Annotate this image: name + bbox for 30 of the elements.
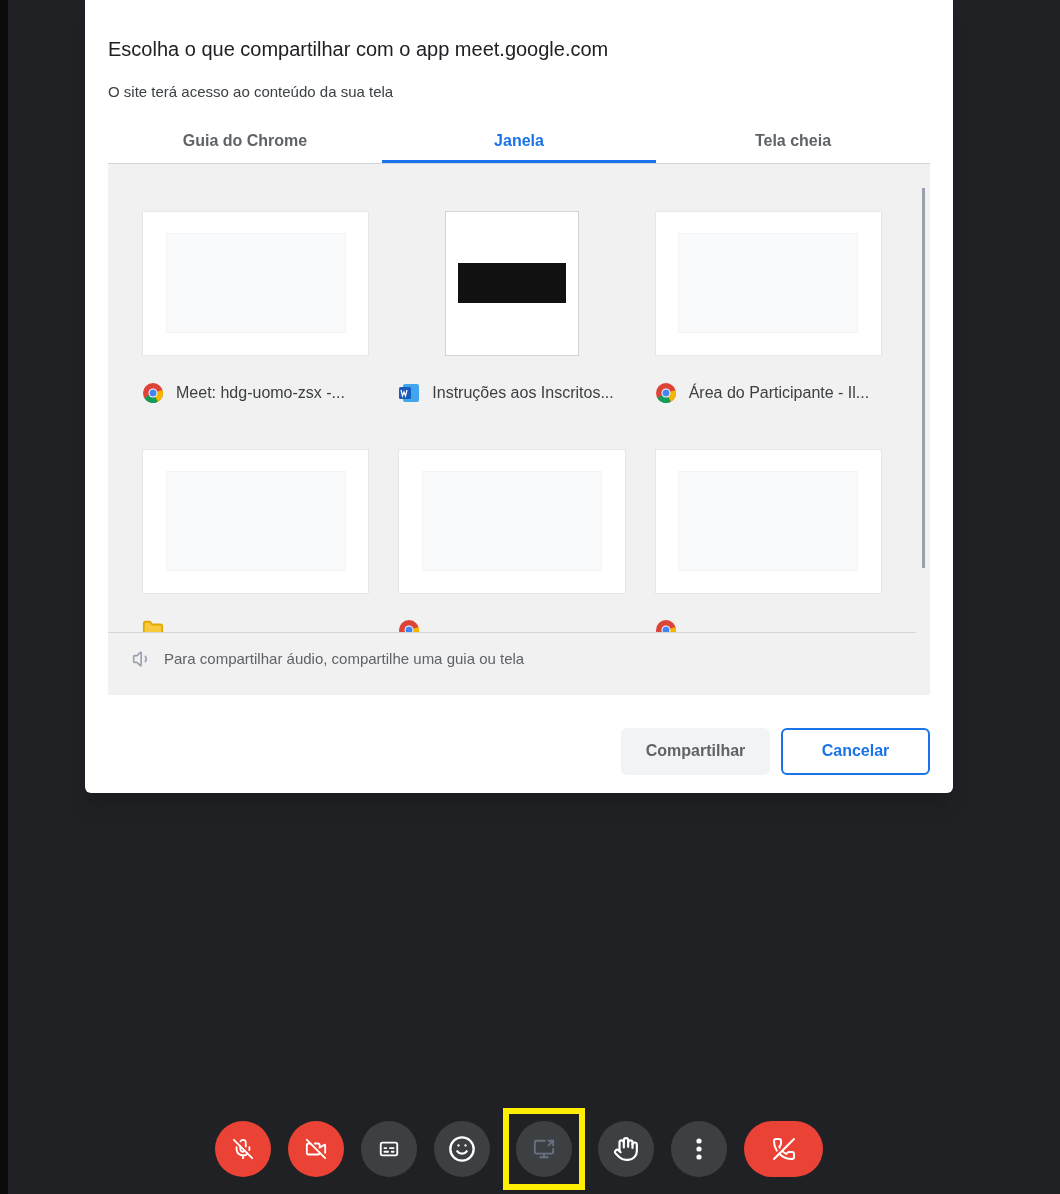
camera-button[interactable] (288, 1121, 344, 1177)
window-label: Meet: hdg-uomo-zsx -... (176, 382, 345, 403)
browser-icon (654, 381, 677, 404)
window-option[interactable]: Instruções aos Inscritos... (398, 210, 626, 427)
window-option[interactable]: Meet: hdg-uomo-zsx -... (142, 210, 370, 427)
window-option[interactable]: Área do Participante - Il... (654, 210, 882, 427)
audio-note: Para compartilhar áudio, compartilhe uma guia ou tela (164, 648, 525, 669)
hangup-button[interactable] (744, 1121, 823, 1177)
present-button[interactable] (516, 1121, 572, 1177)
present-screen-icon (533, 1138, 555, 1160)
emoji-icon (448, 1135, 476, 1163)
tab[interactable]: Tela cheia (656, 122, 930, 163)
browser-icon (142, 381, 164, 404)
captions-button[interactable] (361, 1121, 417, 1177)
hand-button[interactable] (598, 1121, 654, 1177)
mic-off-icon (232, 1138, 254, 1160)
window-label: Instruções aos Inscritos... (432, 382, 614, 403)
document-app-icon (398, 381, 421, 404)
more-icon (696, 1138, 702, 1160)
cancel-button[interactable]: Cancelar (781, 727, 930, 775)
emoji-button[interactable] (434, 1121, 490, 1177)
hang-up-icon (771, 1137, 796, 1161)
tab[interactable]: Guia do Chrome (108, 122, 382, 163)
camera-off-icon (305, 1138, 327, 1160)
mic-button[interactable] (215, 1121, 271, 1177)
window-label: Área do Participante - Il... (688, 382, 870, 403)
more-button[interactable] (671, 1121, 727, 1177)
dialog-title: Escolha o que compartilhar com o app meet.google.com (108, 37, 610, 62)
hand-icon (613, 1136, 639, 1162)
dialog-subtitle: O site terá acesso ao conteúdo da sua tela (108, 82, 395, 102)
